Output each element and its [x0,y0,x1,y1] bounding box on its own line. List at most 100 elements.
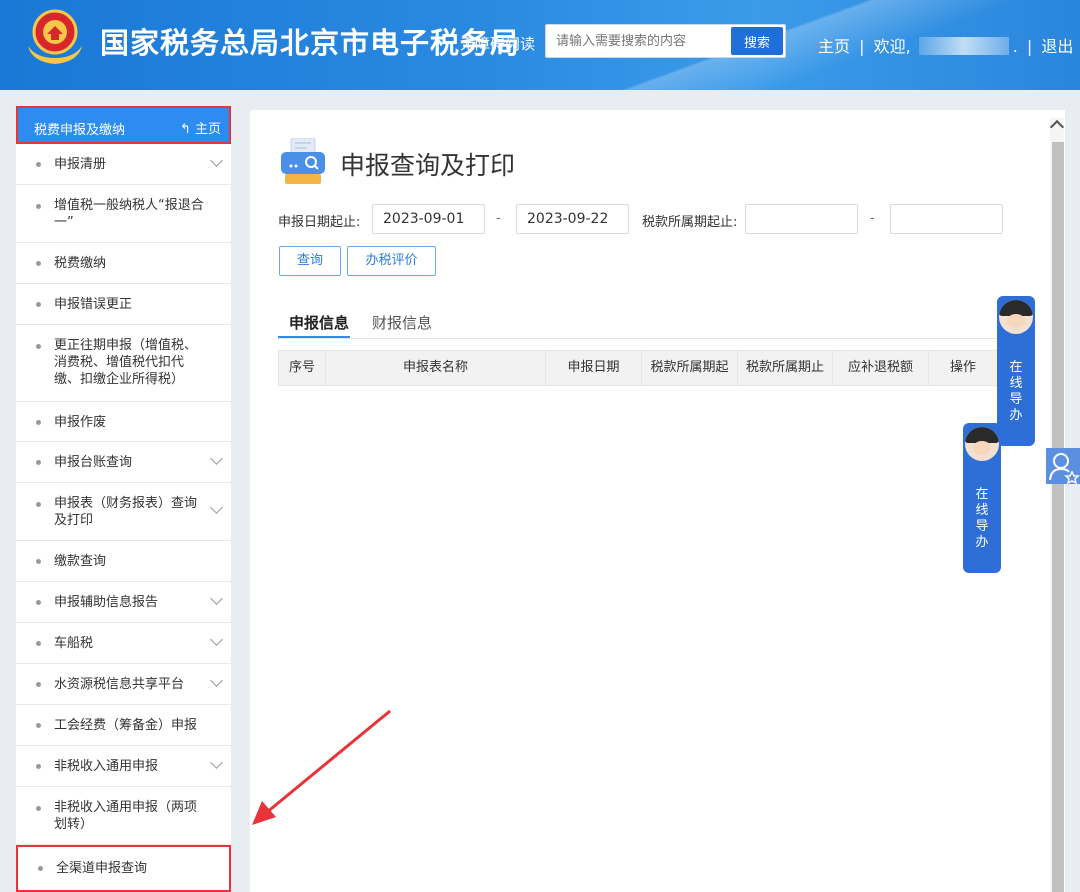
red-arrow-annotation [252,709,391,825]
col-period-start: 税款所属期起 [642,351,738,385]
sidebar-item-label: 申报辅助信息报告 [54,595,159,610]
bullet-icon [36,460,41,465]
table-header: 序号 申报表名称 申报日期 税款所属期起 税款所属期止 应补退税额 操作 [278,350,998,386]
bullet-icon [36,204,41,209]
chevron-down-icon [210,674,223,687]
sidebar-item-past-correction[interactable]: 更正往期申报（增值税、消费税、增值税代扣代缴、扣缴企业所得税） [16,325,231,402]
chevron-down-icon [210,452,223,465]
query-button[interactable]: 查询 [279,246,341,276]
sidebar-item-label: 更正往期申报（增值税、消费税、增值税代扣代缴、扣缴企业所得税） [54,338,198,387]
tab-active-indicator [278,336,350,338]
sidebar-item-aux-report[interactable]: 申报辅助信息报告 [16,582,231,623]
tab-declaration-info[interactable]: 申报信息 [289,312,349,333]
sidebar-item-label: 申报清册 [54,157,107,172]
printer-search-icon [281,138,325,184]
widget-char: 在 [1009,360,1023,375]
widget-char: 办 [975,535,989,550]
sidebar-item-all-channel-query[interactable]: 全渠道申报查询 [16,845,231,892]
bullet-icon [36,502,41,507]
search-button[interactable]: 搜索 [731,27,783,55]
sidebar-item-label: 工会经费（筹备金）申报 [54,718,198,733]
sidebar-item-label: 申报作废 [54,415,107,430]
bullet-icon [36,806,41,811]
service-agent-icon [965,427,999,461]
user-star-icon[interactable] [1046,448,1080,484]
logout-link[interactable]: 退出 [1041,37,1073,56]
sidebar-item-water-resource[interactable]: 水资源税信息共享平台 [16,664,231,705]
widget-char: 导 [975,519,989,534]
period-start-input[interactable] [745,204,858,234]
sidebar-item-error-correction[interactable]: 申报错误更正 [16,284,231,325]
scrollbar-thumb[interactable] [1052,142,1064,892]
tab-divider [278,338,998,339]
bullet-icon [36,420,41,425]
site-title: 国家税务总局北京市电子税务局 [100,26,521,60]
search-box: 搜索 [545,24,786,58]
sidebar-title[interactable]: 税费申报及缴纳 [34,119,125,138]
sidebar-item-label: 非税收入通用申报 [54,759,159,774]
period-label: 税款所属期起止: [642,215,738,230]
sidebar-home-link[interactable]: ↰ 主页 [180,118,221,137]
sidebar-item-label: 车船税 [54,636,94,651]
bullet-icon [38,866,43,871]
end-date-input[interactable]: 2023-09-22 [516,204,629,234]
bullet-icon [36,162,41,167]
bullet-icon [36,302,41,307]
sidebar-item-label: 水资源税信息共享平台 [54,677,185,692]
page-title: 申报查询及打印 [340,151,516,180]
online-guide-widget[interactable]: 在 线 导 办 [997,296,1035,446]
bullet-icon [36,600,41,605]
sidebar-item-label: 申报台账查询 [54,455,133,470]
sidebar-item-label: 非税收入通用申报（两项划转） [54,800,198,832]
widget-char: 导 [1009,392,1023,407]
search-input[interactable] [546,25,728,57]
bullet-icon [36,344,41,349]
sidebar-item-nontax[interactable]: 非税收入通用申报 [16,746,231,787]
sidebar-item-vat-refund[interactable]: 增值税一般纳税人“报退合一” [16,185,231,243]
sidebar-menu: 申报清册 增值税一般纳税人“报退合一” 税费缴纳 申报错误更正 更正往期申报（增… [16,144,231,892]
sidebar-item-report-print[interactable]: 申报表（财务报表）查询及打印 [16,483,231,541]
evaluate-button[interactable]: 办税评价 [347,246,436,276]
sidebar-item-label: 增值税一般纳税人“报退合一” [54,198,204,230]
period-separator: - [870,211,875,226]
header-bar: 国家税务总局北京市电子税务局 无障碍阅读 搜索 主页 | 欢迎,. | 退出 [0,0,1080,90]
sidebar-item-payment-query[interactable]: 缴款查询 [16,541,231,582]
accessibility-link[interactable]: 无障碍阅读 [460,33,535,54]
top-links: 主页 | 欢迎,. | 退出 [818,33,1077,57]
sidebar-item-void[interactable]: 申报作废 [16,402,231,442]
username-blurred [918,37,1009,55]
bullet-icon [36,641,41,646]
separator: | [859,37,865,56]
chevron-down-icon [210,756,223,769]
start-date-input[interactable]: 2023-09-01 [372,204,485,234]
sidebar-item-label: 申报错误更正 [54,297,133,312]
sidebar-item-tax-payment[interactable]: 税费缴纳 [16,243,231,284]
sidebar: 税费申报及缴纳 ↰ 主页 申报清册 增值税一般纳税人“报退合一” 税费缴纳 申报… [16,106,231,892]
online-guide-widget[interactable]: 在 线 导 办 [963,423,1001,573]
sidebar-item-declaration-list[interactable]: 申报清册 [16,144,231,185]
col-form-name: 申报表名称 [326,351,546,385]
welcome-text: 欢迎, [873,37,911,56]
tab-financial-info[interactable]: 财报信息 [372,312,432,333]
sidebar-item-label: 申报表（财务报表）查询及打印 [54,496,198,528]
chevron-down-icon [210,501,223,514]
home-link[interactable]: 主页 [818,37,850,56]
sidebar-item-label: 税费缴纳 [54,256,107,271]
widget-char: 线 [975,503,989,518]
bullet-icon [36,764,41,769]
widget-char: 线 [1009,376,1023,391]
sidebar-item-vehicle-tax[interactable]: 车船税 [16,623,231,664]
sidebar-home-label: 主页 [194,122,221,137]
sidebar-item-ledger-query[interactable]: 申报台账查询 [16,442,231,483]
col-index: 序号 [279,351,326,385]
separator: . [1012,37,1018,56]
widget-char: 办 [1009,408,1023,423]
chevron-down-icon [210,592,223,605]
sidebar-header: 税费申报及缴纳 ↰ 主页 [16,106,231,144]
widget-char: 在 [975,487,989,502]
period-end-input[interactable] [890,204,1003,234]
sidebar-item-union-fee[interactable]: 工会经费（筹备金）申报 [16,705,231,746]
sidebar-item-nontax-transfer[interactable]: 非税收入通用申报（两项划转） [16,787,231,845]
chevron-down-icon [210,633,223,646]
tax-emblem-icon [28,9,82,64]
